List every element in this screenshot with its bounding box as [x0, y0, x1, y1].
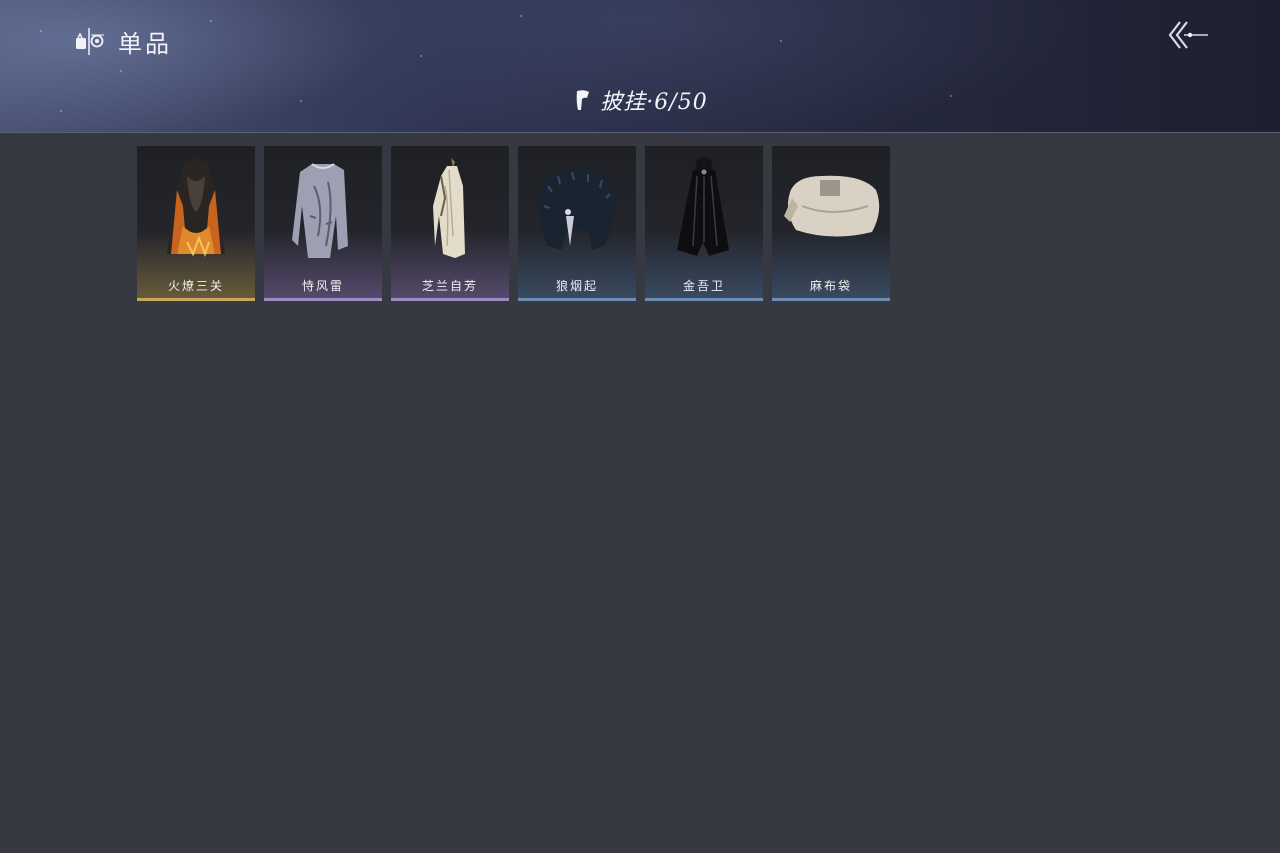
fur-collar-icon — [539, 168, 616, 250]
star-speck — [420, 55, 422, 57]
item-card[interactable]: 麻布袋 — [772, 146, 890, 301]
sack-icon — [784, 175, 880, 237]
header-banner: 单品 披挂·6/50 — [0, 0, 1280, 133]
item-name: 狼烟起 — [555, 279, 598, 293]
white-robe-icon — [433, 158, 465, 258]
rarity-bar — [391, 298, 509, 301]
category-heading: 披挂·6/50 — [0, 84, 1280, 116]
item-card[interactable]: 金吾卫 — [645, 146, 763, 301]
star-speck — [780, 40, 782, 42]
category-title: 披挂·6/50 — [600, 84, 707, 116]
black-cloak-icon — [677, 157, 729, 256]
rarity-bar — [772, 298, 890, 301]
flame-cape-icon — [167, 159, 225, 257]
star-speck — [520, 15, 522, 17]
item-name: 恃风雷 — [301, 279, 344, 293]
rarity-bar — [645, 298, 763, 301]
item-set-icon — [76, 28, 104, 55]
title-text: 单品 — [118, 29, 172, 58]
item-name: 金吾卫 — [682, 279, 725, 293]
category-name: 披挂 — [600, 90, 647, 115]
page-title: 单品 — [74, 24, 172, 58]
rarity-bar — [264, 298, 382, 301]
single-items-screen: 单品 披挂·6/50 火燎三关 恃风雷 芝兰自芳 狼烟起 金吾卫 麻布袋 — [0, 0, 1280, 853]
back-arrow-icon — [1168, 21, 1208, 49]
rarity-bar — [518, 298, 636, 301]
item-card[interactable]: 火燎三关 — [137, 146, 255, 301]
cape-icon — [576, 90, 590, 110]
item-name: 火燎三关 — [167, 279, 224, 293]
item-name: 麻布袋 — [809, 279, 852, 293]
item-name: 芝兰自芳 — [421, 279, 478, 293]
item-card[interactable]: 狼烟起 — [518, 146, 636, 301]
star-speck — [120, 70, 122, 72]
collection-count: 6/50 — [654, 90, 708, 115]
item-grid: 火燎三关 恃风雷 芝兰自芳 狼烟起 金吾卫 麻布袋 — [137, 146, 890, 301]
item-card[interactable]: 恃风雷 — [264, 146, 382, 301]
star-speck — [210, 20, 212, 22]
star-speck — [40, 30, 42, 32]
back-button[interactable] — [1166, 18, 1210, 52]
grey-robe-icon — [292, 163, 348, 258]
item-card[interactable]: 芝兰自芳 — [391, 146, 509, 301]
rarity-bar — [137, 298, 255, 301]
